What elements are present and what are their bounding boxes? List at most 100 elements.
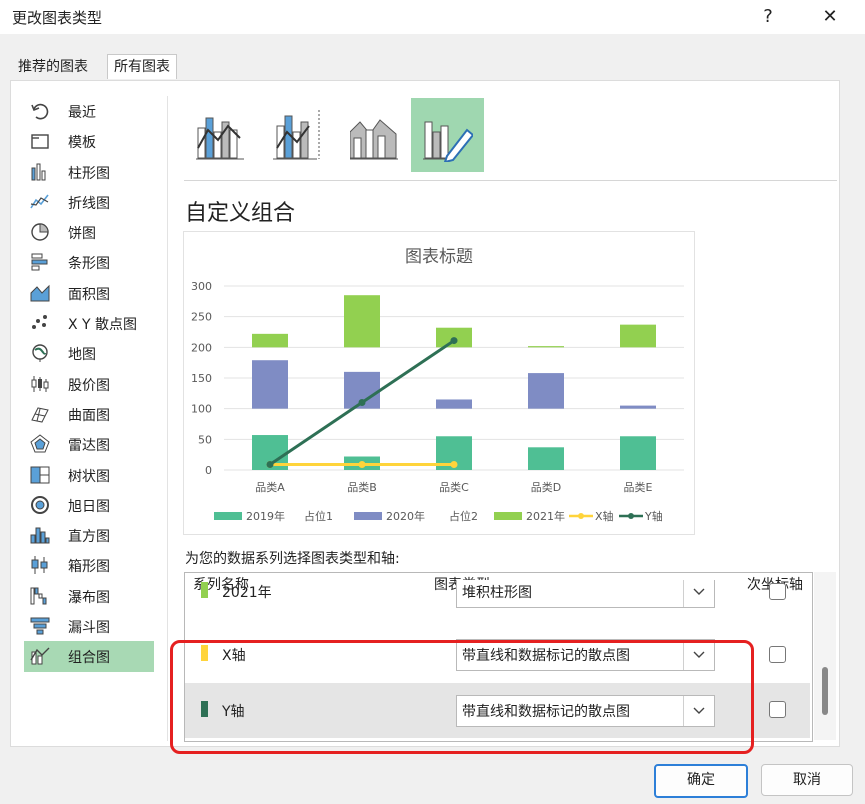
chart-category-list: 最近模板柱形图 折线图饼图条形图面积图 X Y 散点图 地图股价图曲面图雷达图树状图旭…: [24, 96, 154, 672]
sunburst-chart-icon: [31, 495, 49, 514]
legend-label: 2020年: [386, 509, 425, 523]
category-label: 树状图: [68, 468, 110, 485]
close-button[interactable]: ✕: [815, 4, 845, 30]
box-whisker-chart-icon: [31, 556, 48, 575]
y-tick-label: 100: [191, 403, 212, 416]
series-prompt: 为您的数据系列选择图表类型和轴:: [185, 551, 400, 567]
category-label: 模板: [68, 135, 96, 152]
category-item[interactable]: 面积图: [24, 278, 154, 308]
legend-label: 2019年: [246, 509, 285, 523]
point-Y轴: [450, 337, 458, 345]
category-label: 组合图: [68, 650, 110, 667]
secondary-axis-checkbox[interactable]: [769, 646, 786, 663]
divider: [167, 96, 168, 741]
surface-chart-icon: [31, 407, 49, 423]
chart-preview: 图表标题 0 50 100 150 200 250 300 品类A 品类B 品类C 品类D 品类E 201…: [183, 231, 695, 535]
bar-2020年: [252, 360, 288, 409]
category-label: 饼图: [68, 226, 96, 243]
category-item[interactable]: 箱形图: [24, 550, 154, 580]
legend-swatch: [354, 512, 382, 520]
category-item[interactable]: 雷达图: [24, 429, 154, 459]
chevron-down-icon[interactable]: [683, 580, 714, 607]
combo-custom-thumb[interactable]: [411, 98, 484, 172]
map-chart-icon: [32, 344, 48, 363]
bar-2019年: [620, 436, 656, 470]
category-item[interactable]: 股价图: [24, 369, 154, 399]
scrollbar-thumb[interactable]: [822, 667, 828, 715]
bar-2021年: [620, 324, 656, 348]
legend-marker: [578, 513, 584, 519]
chart-type-select[interactable]: 堆积柱形图: [456, 580, 715, 608]
bar-2020年: [620, 405, 656, 409]
point-X轴: [450, 460, 458, 468]
x-tick-label: 品类E: [624, 480, 653, 494]
secondary-axis-checkbox[interactable]: [769, 583, 786, 600]
cancel-button[interactable]: 取消: [761, 764, 853, 796]
secondary-axis-checkbox[interactable]: [769, 701, 786, 718]
category-item[interactable]: 柱形图: [24, 157, 154, 187]
category-item[interactable]: 地图: [24, 338, 154, 368]
category-item[interactable]: 最近: [24, 96, 154, 126]
y-tick-label: 150: [191, 372, 212, 385]
category-item[interactable]: 树状图: [24, 460, 154, 490]
scatter-chart-icon: [32, 315, 47, 330]
series-name: 2021年: [222, 585, 272, 601]
legend-label: 占位1: [304, 509, 333, 523]
custom-combo-pencil-icon: [423, 121, 473, 162]
chart-type-value: 堆积柱形图: [462, 585, 532, 601]
radar-chart-icon: [30, 434, 50, 453]
series-row[interactable]: 2021年 堆积柱形图: [185, 580, 810, 620]
category-item[interactable]: 曲面图: [24, 399, 154, 429]
category-label: 曲面图: [68, 407, 110, 424]
stock-chart-icon: [31, 375, 49, 392]
bar-2020年: [528, 373, 564, 409]
bar-2019年: [528, 447, 564, 470]
category-item[interactable]: 瀑布图: [24, 581, 154, 611]
legend-swatch: [214, 512, 242, 520]
legend-label: Y轴: [644, 509, 663, 523]
y-tick-label: 0: [205, 464, 212, 477]
bar-2021年: [252, 333, 288, 348]
combo-clustered-column-line-thumb[interactable]: [184, 98, 257, 172]
legend-label: X轴: [595, 509, 614, 523]
category-item[interactable]: X Y 散点图: [24, 308, 154, 338]
category-item[interactable]: 折线图: [24, 187, 154, 217]
template-icon: [31, 134, 49, 149]
combo-column-line-secondary-thumb[interactable]: [261, 98, 334, 172]
x-tick-label: 品类B: [347, 480, 377, 494]
series-color-swatch: [201, 582, 208, 598]
point-X轴: [358, 460, 366, 468]
category-item[interactable]: 模板: [24, 126, 154, 156]
y-tick-label: 300: [191, 280, 212, 293]
funnel-chart-icon: [30, 617, 50, 635]
category-label: 旭日图: [68, 498, 110, 515]
category-label: X Y 散点图: [68, 317, 138, 334]
highlight-annotation: [170, 640, 754, 754]
help-button[interactable]: ?: [753, 4, 783, 30]
combo-section-title: 自定义组合: [185, 201, 296, 226]
title-bar: [0, 0, 865, 34]
bar-chart-icon: [31, 253, 48, 271]
category-item[interactable]: 旭日图: [24, 490, 154, 520]
tab-recommended[interactable]: 推荐的图表: [12, 55, 94, 79]
category-label: 漏斗图: [68, 620, 110, 637]
y-tick-label: 50: [198, 433, 212, 446]
category-item[interactable]: 直方图: [24, 520, 154, 550]
category-item[interactable]: 饼图: [24, 217, 154, 247]
x-tick-label: 品类A: [255, 480, 285, 494]
histogram-chart-icon: [30, 527, 50, 544]
category-label: 面积图: [68, 286, 110, 303]
point-Y轴: [266, 460, 274, 468]
tab-all-charts[interactable]: 所有图表: [107, 54, 177, 79]
category-item[interactable]: 条形图: [24, 247, 154, 277]
category-item[interactable]: 漏斗图: [24, 611, 154, 641]
category-label: 最近: [68, 105, 96, 121]
ok-button[interactable]: 确定: [654, 764, 748, 798]
combo-stacked-area-column-thumb[interactable]: [338, 98, 411, 172]
x-tick-label: 品类D: [531, 480, 561, 494]
category-label: 地图: [68, 347, 96, 364]
combo-area-icon: [350, 119, 398, 160]
category-item[interactable]: 组合图: [24, 641, 154, 672]
category-label: 雷达图: [68, 438, 110, 455]
bar-2020年: [436, 399, 472, 409]
